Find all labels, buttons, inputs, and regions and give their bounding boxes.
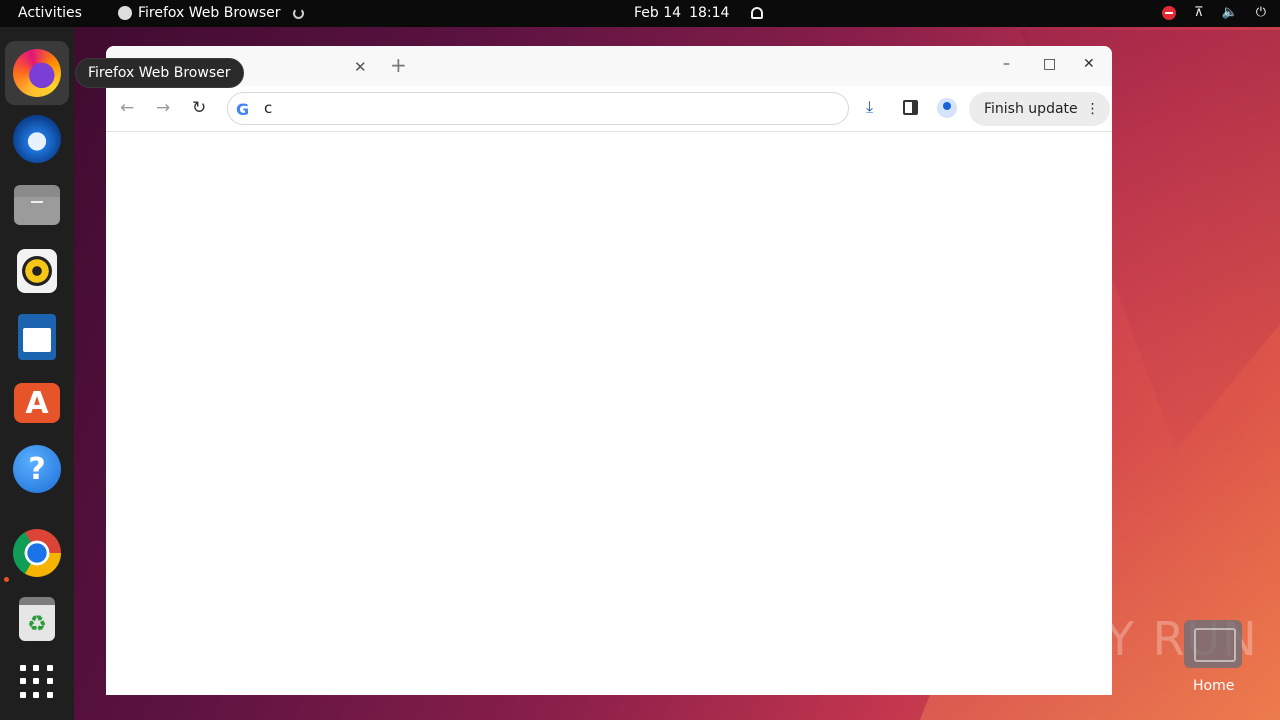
help-icon: ? <box>13 445 61 493</box>
show-apps-grid-icon[interactable] <box>20 665 54 699</box>
address-input[interactable]: c <box>264 99 272 117</box>
network-icon: ⊼ <box>1194 5 1204 20</box>
dock-item-help[interactable]: ? <box>5 437 69 501</box>
app-menu[interactable]: Firefox Web Browser <box>118 5 304 21</box>
finish-update-label: Finish update <box>984 101 1078 117</box>
forward-icon[interactable]: → <box>156 98 170 118</box>
profile-icon[interactable] <box>937 98 957 118</box>
address-bar[interactable]: G c <box>227 92 849 125</box>
side-panel-icon[interactable] <box>903 100 918 115</box>
dock-item-writer[interactable] <box>5 305 69 369</box>
minimize-icon[interactable]: – <box>1003 56 1010 72</box>
dock-item-chrome[interactable] <box>5 521 69 585</box>
firefox-mini-icon <box>118 6 132 20</box>
dock-item-trash[interactable]: ♻ <box>5 587 69 651</box>
clock-time: 18:14 <box>689 5 730 21</box>
home-label: Home <box>1193 678 1235 694</box>
running-indicator <box>4 577 9 582</box>
dock-item-thunderbird[interactable] <box>5 107 69 171</box>
loading-spinner-icon <box>292 7 304 19</box>
top-bar: Activities Firefox Web Browser Feb 14 18… <box>0 0 1280 27</box>
page-content[interactable] <box>106 133 1112 695</box>
bell-icon <box>751 7 764 19</box>
libreoffice-writer-icon <box>18 314 56 360</box>
clock-date: Feb 14 <box>634 5 682 21</box>
dock-tooltip: Firefox Web Browser <box>75 58 244 88</box>
power-icon: ⏻ <box>1255 5 1266 20</box>
thunderbird-icon <box>13 115 61 163</box>
trash-icon: ♻ <box>19 597 55 641</box>
app-menu-label: Firefox Web Browser <box>138 5 281 21</box>
new-tab-icon[interactable]: + <box>390 53 407 77</box>
clock[interactable]: Feb 14 18:14 <box>634 5 764 21</box>
reload-icon[interactable]: ↻ <box>192 98 206 118</box>
browser-window: ✕ + – □ ✕ ← → ↻ G c ⤓ Finish update ⋮ <box>106 46 1112 695</box>
download-icon[interactable]: ⤓ <box>866 97 886 117</box>
rhythmbox-icon <box>17 249 57 293</box>
do-not-disturb-icon[interactable] <box>1162 5 1176 20</box>
dock-item-app-center[interactable]: A <box>5 371 69 435</box>
back-icon[interactable]: ← <box>120 98 134 118</box>
firefox-icon <box>13 49 61 97</box>
chrome-icon <box>13 529 61 577</box>
system-tray[interactable]: ⊼ 🔈 ⏻ <box>1162 5 1266 20</box>
maximize-icon[interactable]: □ <box>1043 56 1056 72</box>
dock-item-rhythmbox[interactable] <box>5 239 69 303</box>
dock-item-files[interactable] <box>5 173 69 237</box>
finish-update-button[interactable]: Finish update ⋮ <box>969 92 1110 126</box>
files-icon <box>14 185 60 225</box>
dock-item-firefox[interactable] <box>5 41 69 105</box>
home-folder-icon[interactable] <box>1184 620 1242 668</box>
close-window-icon[interactable]: ✕ <box>1083 56 1095 72</box>
google-icon: G <box>236 100 250 119</box>
activities-button[interactable]: Activities <box>18 5 82 21</box>
app-center-icon: A <box>14 383 60 423</box>
dock: A ? ♻ <box>0 27 74 720</box>
volume-icon: 🔈 <box>1221 5 1238 20</box>
tab-close-icon[interactable]: ✕ <box>354 58 367 76</box>
more-menu-icon[interactable]: ⋮ <box>1086 101 1100 117</box>
tab-strip: ✕ + – □ ✕ <box>106 46 1112 86</box>
browser-toolbar: ← → ↻ G c ⤓ Finish update ⋮ <box>106 86 1112 132</box>
